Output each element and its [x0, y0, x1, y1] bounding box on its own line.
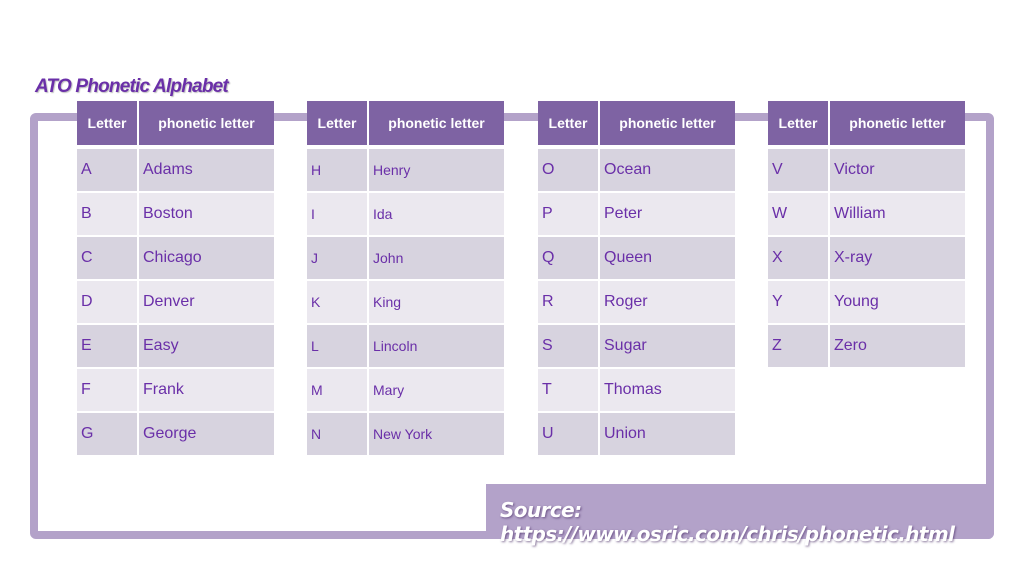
header-letter: Letter	[307, 101, 369, 149]
phonetic-word-cell: Chicago	[139, 237, 274, 281]
table-row: S Sugar	[538, 325, 735, 369]
phonetic-word-cell: Young	[830, 281, 965, 325]
phonetic-word-cell: Queen	[600, 237, 735, 281]
phonetic-word-cell: New York	[369, 413, 504, 457]
table-row: B Boston	[77, 193, 274, 237]
phonetic-word-cell: Henry	[369, 149, 504, 193]
table-row: G George	[77, 413, 274, 457]
table-row: Q Queen	[538, 237, 735, 281]
table-row: R Roger	[538, 281, 735, 325]
letter-cell: K	[307, 281, 369, 325]
table-row: M Mary	[307, 369, 504, 413]
table-row: N New York	[307, 413, 504, 457]
phonetic-word-cell: Frank	[139, 369, 274, 413]
table-row: K King	[307, 281, 504, 325]
table-header-row: Letter phonetic letter	[307, 101, 504, 149]
source-citation: Source: https://www.osric.com/chris/phon…	[500, 498, 955, 546]
phonetic-word-cell: George	[139, 413, 274, 457]
letter-cell: Y	[768, 281, 830, 325]
phonetic-word-cell: William	[830, 193, 965, 237]
phonetic-word-cell: Zero	[830, 325, 965, 369]
letter-cell: X	[768, 237, 830, 281]
table-row: X X-ray	[768, 237, 965, 281]
phonetic-word-cell: Ida	[369, 193, 504, 237]
letter-cell: B	[77, 193, 139, 237]
letter-cell: L	[307, 325, 369, 369]
phonetic-table-2: Letter phonetic letter H Henry I Ida J John K Kin…	[307, 101, 504, 457]
page-title: ATO Phonetic Alphabet	[35, 76, 229, 97]
header-letter: Letter	[77, 101, 139, 149]
table-header-row: Letter phonetic letter	[77, 101, 274, 149]
letter-cell: F	[77, 369, 139, 413]
phonetic-word-cell: Union	[600, 413, 735, 457]
letter-cell: M	[307, 369, 369, 413]
table-header-row: Letter phonetic letter	[538, 101, 735, 149]
phonetic-word-cell: Peter	[600, 193, 735, 237]
letter-cell: C	[77, 237, 139, 281]
letter-cell: H	[307, 149, 369, 193]
table-row: J John	[307, 237, 504, 281]
phonetic-word-cell: Victor	[830, 149, 965, 193]
phonetic-word-cell: King	[369, 281, 504, 325]
header-phonetic-letter: phonetic letter	[830, 101, 965, 149]
table-row: E Easy	[77, 325, 274, 369]
phonetic-word-cell: Thomas	[600, 369, 735, 413]
table-row: A Adams	[77, 149, 274, 193]
table-row: W William	[768, 193, 965, 237]
table-row: P Peter	[538, 193, 735, 237]
table-row: O Ocean	[538, 149, 735, 193]
phonetic-table-3: Letter phonetic letter O Ocean P Peter Q Queen R…	[538, 101, 735, 457]
source-banner: Source: https://www.osric.com/chris/phon…	[486, 484, 994, 546]
table-row: C Chicago	[77, 237, 274, 281]
letter-cell: V	[768, 149, 830, 193]
letter-cell: Q	[538, 237, 600, 281]
phonetic-word-cell: Adams	[139, 149, 274, 193]
table-header-row: Letter phonetic letter	[768, 101, 965, 149]
header-letter: Letter	[538, 101, 600, 149]
phonetic-word-cell: Roger	[600, 281, 735, 325]
table-row: L Lincoln	[307, 325, 504, 369]
header-letter: Letter	[768, 101, 830, 149]
letter-cell: T	[538, 369, 600, 413]
letter-cell: D	[77, 281, 139, 325]
letter-cell: J	[307, 237, 369, 281]
table-row: Z Zero	[768, 325, 965, 369]
phonetic-word-cell: Easy	[139, 325, 274, 369]
table-row: D Denver	[77, 281, 274, 325]
table-row: Y Young	[768, 281, 965, 325]
phonetic-word-cell: Sugar	[600, 325, 735, 369]
letter-cell: R	[538, 281, 600, 325]
phonetic-word-cell: Denver	[139, 281, 274, 325]
phonetic-word-cell: Lincoln	[369, 325, 504, 369]
header-phonetic-letter: phonetic letter	[369, 101, 504, 149]
table-row: I Ida	[307, 193, 504, 237]
phonetic-word-cell: Boston	[139, 193, 274, 237]
table-row: U Union	[538, 413, 735, 457]
letter-cell: W	[768, 193, 830, 237]
letter-cell: I	[307, 193, 369, 237]
header-phonetic-letter: phonetic letter	[139, 101, 274, 149]
letter-cell: N	[307, 413, 369, 457]
letter-cell: U	[538, 413, 600, 457]
letter-cell: S	[538, 325, 600, 369]
phonetic-table-1: Letter phonetic letter A Adams B Boston C Chica…	[77, 101, 274, 457]
letter-cell: G	[77, 413, 139, 457]
phonetic-word-cell: John	[369, 237, 504, 281]
table-row: H Henry	[307, 149, 504, 193]
phonetic-word-cell: Mary	[369, 369, 504, 413]
phonetic-word-cell: X-ray	[830, 237, 965, 281]
letter-cell: O	[538, 149, 600, 193]
table-row: F Frank	[77, 369, 274, 413]
table-row: V Victor	[768, 149, 965, 193]
letter-cell: P	[538, 193, 600, 237]
letter-cell: E	[77, 325, 139, 369]
phonetic-table-4: Letter phonetic letter V Victor W William X X-r…	[768, 101, 965, 369]
letter-cell: A	[77, 149, 139, 193]
table-row: T Thomas	[538, 369, 735, 413]
phonetic-word-cell: Ocean	[600, 149, 735, 193]
header-phonetic-letter: phonetic letter	[600, 101, 735, 149]
letter-cell: Z	[768, 325, 830, 369]
